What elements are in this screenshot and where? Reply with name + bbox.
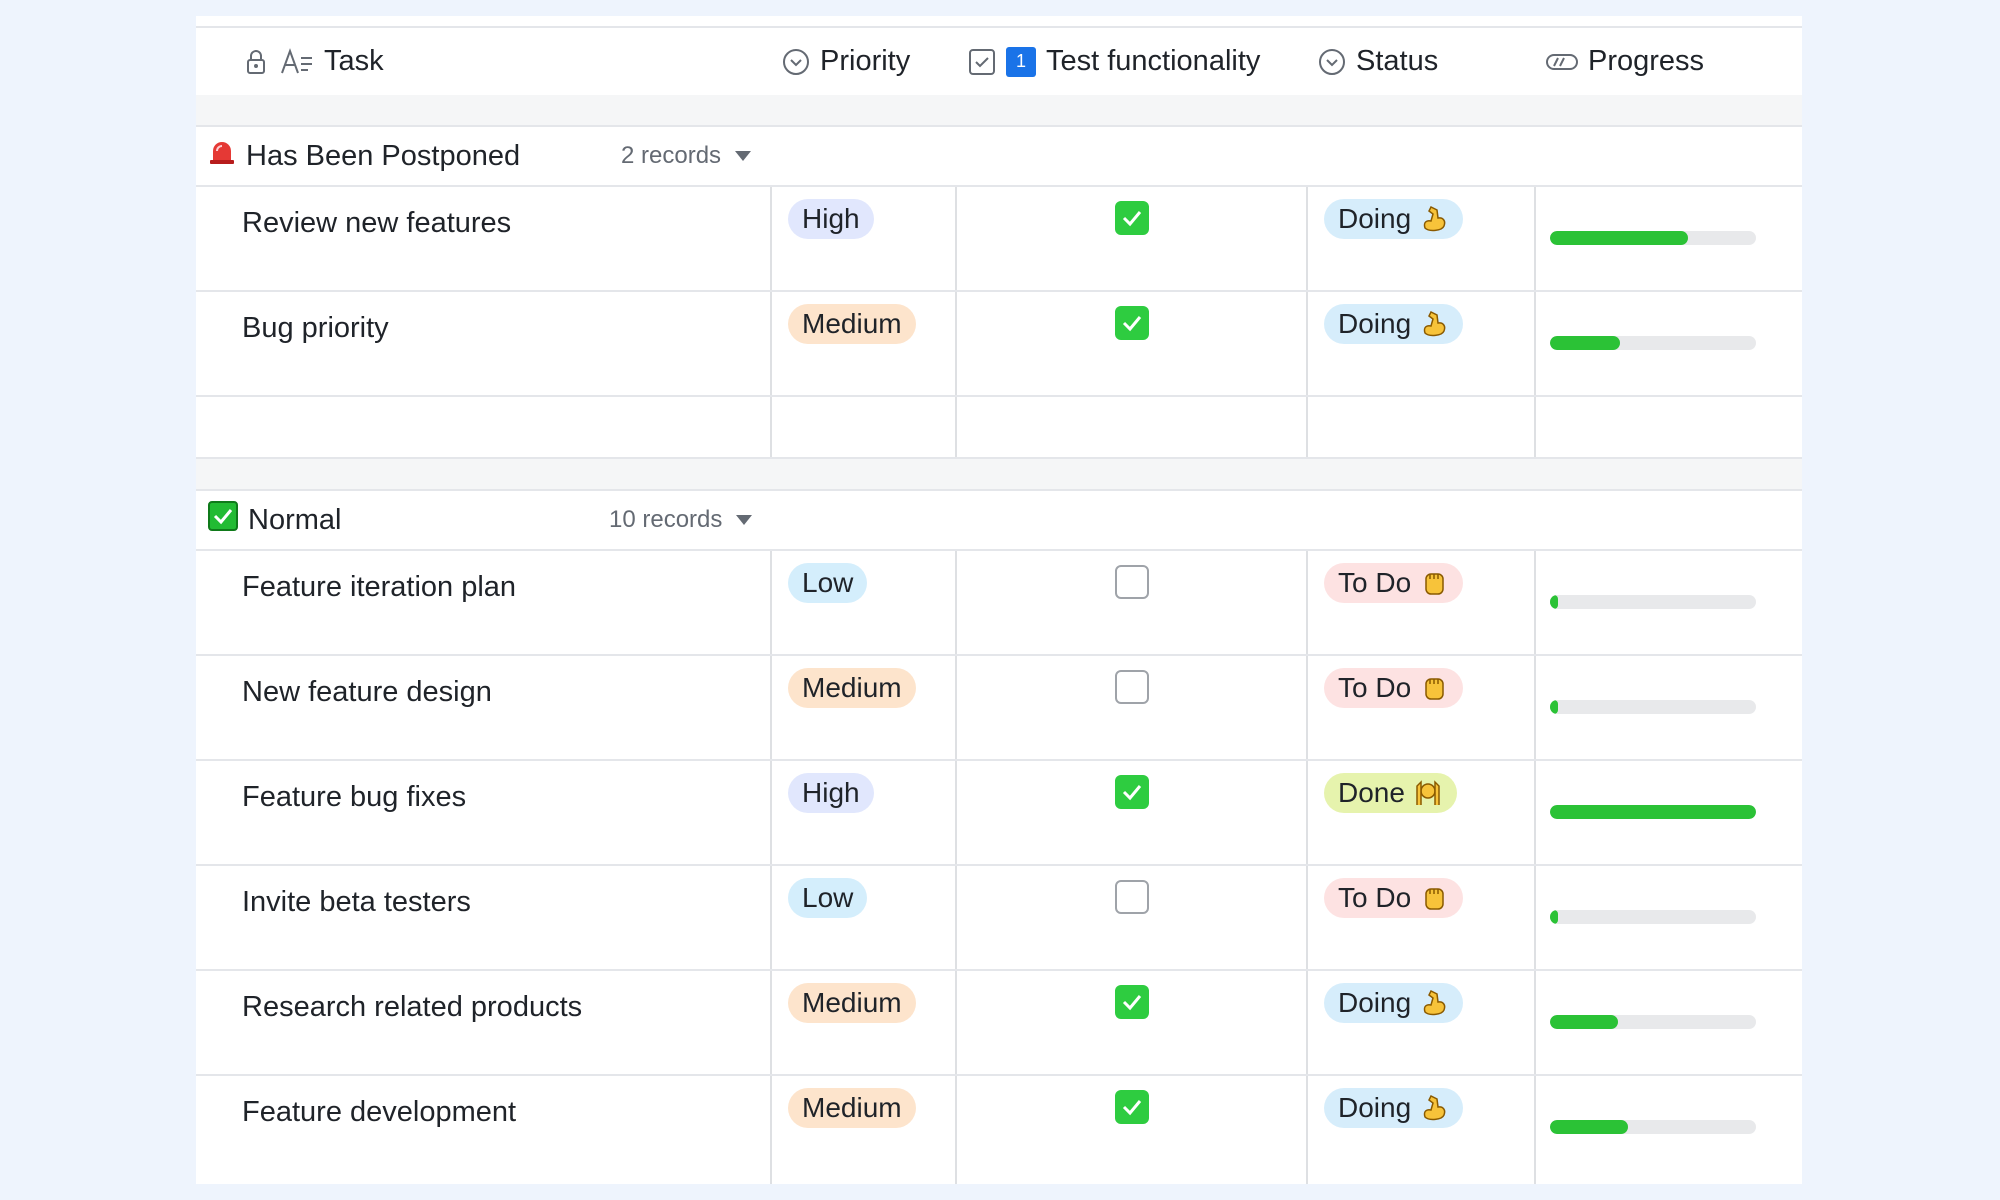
test-checkbox[interactable] [1115, 985, 1149, 1019]
progress-bar [1550, 231, 1756, 245]
table-row[interactable]: Feature iteration plan Low To Do [196, 551, 1802, 656]
table-header: Task Priority 1 Test functionality Statu… [196, 26, 1802, 97]
priority-tag: High [788, 773, 874, 813]
header-priority[interactable]: Priority [782, 28, 910, 95]
header-task[interactable]: Task [242, 28, 384, 95]
test-checkbox[interactable] [1115, 1090, 1149, 1124]
header-priority-label: Priority [820, 45, 911, 77]
status-tag: To Do [1324, 878, 1464, 918]
group-count: 2 records [621, 142, 722, 169]
header-status-label: Status [1356, 45, 1439, 77]
test-checkbox[interactable] [1115, 670, 1149, 704]
checkbox-field-icon [968, 48, 996, 76]
table-grid: Task Priority 1 Test functionality Statu… [196, 16, 1802, 1184]
test-checkbox[interactable] [1115, 565, 1149, 599]
table-row[interactable]: Feature bug fixes High Done [196, 761, 1802, 866]
status-tag: To Do [1324, 668, 1464, 708]
status-tag: To Do [1324, 563, 1464, 603]
group-header[interactable]: Normal 10 records [196, 491, 1802, 551]
status-tag: Doing [1324, 304, 1464, 344]
group-count: 10 records [609, 506, 723, 533]
priority-tag: Medium [788, 668, 916, 708]
task-name: New feature design [242, 676, 492, 708]
table-row[interactable]: New feature design Medium To Do [196, 656, 1802, 761]
progress-bar [1550, 805, 1756, 819]
priority-tag: High [788, 199, 874, 239]
spacer-row [196, 95, 1802, 127]
task-name: Review new features [242, 207, 512, 239]
table-row[interactable]: Review new features High Doing [196, 187, 1802, 292]
single-select-icon [782, 48, 810, 76]
number-one-icon: 1 [1006, 46, 1036, 77]
test-checkbox[interactable] [1115, 880, 1149, 914]
priority-tag: Medium [788, 304, 916, 344]
flexed-biceps-icon [1419, 309, 1449, 339]
group-title: Has Been Postponed [246, 139, 521, 172]
flexed-biceps-icon [1419, 1093, 1449, 1123]
text-field-icon [280, 47, 314, 76]
caret-down-icon[interactable] [735, 151, 752, 161]
empty-row[interactable] [196, 397, 1802, 459]
status-tag: Doing [1324, 1088, 1464, 1128]
celebrating-person-icon [1413, 778, 1443, 808]
priority-tag: Low [788, 878, 868, 918]
progress-bar [1550, 910, 1756, 924]
caret-down-icon[interactable] [736, 515, 753, 525]
table-row[interactable]: Research related products Medium Doing [196, 971, 1802, 1076]
group-header[interactable]: Has Been Postponed 2 records [196, 127, 1802, 187]
progress-bar [1550, 700, 1756, 714]
raised-fist-icon [1419, 673, 1449, 703]
progress-bar [1550, 595, 1756, 609]
status-tag: Doing [1324, 199, 1464, 239]
table-row[interactable]: Bug priority Medium Doing [196, 292, 1802, 397]
priority-tag: Medium [788, 983, 916, 1023]
header-test[interactable]: 1 Test functionality [968, 28, 1260, 95]
task-name: Invite beta testers [242, 886, 471, 918]
siren-icon [208, 139, 236, 173]
test-checkbox[interactable] [1115, 201, 1149, 235]
table-row[interactable]: Feature development Medium Doing [196, 1076, 1802, 1179]
priority-tag: Medium [788, 1088, 916, 1128]
task-name: Research related products [242, 991, 583, 1023]
spacer-row [196, 459, 1802, 491]
lock-icon [242, 48, 270, 76]
priority-tag: Low [788, 563, 868, 603]
task-name: Bug priority [242, 312, 389, 344]
header-status[interactable]: Status [1318, 28, 1438, 95]
progress-field-icon [1546, 48, 1578, 76]
table-row[interactable]: Invite beta testers Low To Do [196, 866, 1802, 971]
raised-fist-icon [1419, 568, 1449, 598]
flexed-biceps-icon [1419, 204, 1449, 234]
single-select-icon [1318, 48, 1346, 76]
header-progress-label: Progress [1588, 45, 1705, 77]
task-name: Feature bug fixes [242, 781, 467, 813]
task-name: Feature iteration plan [242, 571, 517, 603]
status-tag: Doing [1324, 983, 1464, 1023]
progress-bar [1550, 1120, 1756, 1134]
progress-bar [1550, 1015, 1756, 1029]
test-checkbox[interactable] [1115, 775, 1149, 809]
task-name: Feature development [242, 1096, 517, 1128]
header-progress[interactable]: Progress [1546, 28, 1704, 95]
raised-fist-icon [1419, 883, 1449, 913]
group-title: Normal [248, 503, 342, 536]
progress-bar [1550, 336, 1756, 350]
test-checkbox[interactable] [1115, 306, 1149, 340]
green-check-icon [208, 501, 238, 539]
flexed-biceps-icon [1419, 988, 1449, 1018]
header-test-label: Test functionality [1046, 45, 1261, 77]
status-tag: Done [1324, 773, 1457, 813]
header-task-label: Task [324, 45, 384, 77]
